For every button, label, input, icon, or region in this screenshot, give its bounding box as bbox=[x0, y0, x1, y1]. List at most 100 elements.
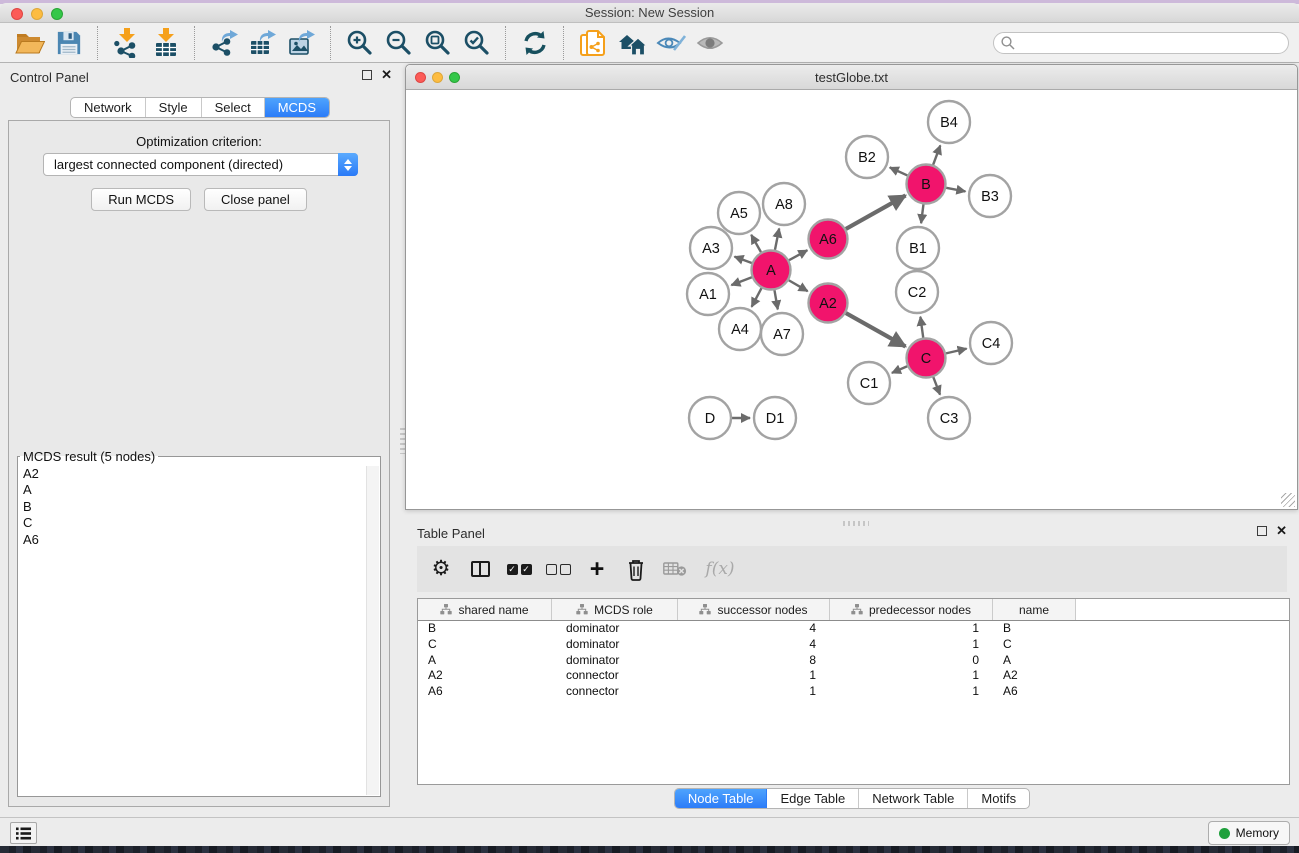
graph-edge-A-A3[interactable] bbox=[734, 257, 751, 263]
show-hidden-icon[interactable] bbox=[693, 26, 726, 60]
minimize-window-button[interactable] bbox=[31, 8, 43, 20]
column-header-name[interactable]: name bbox=[993, 599, 1076, 620]
houses-icon[interactable] bbox=[615, 26, 648, 60]
column-header-successor-nodes[interactable]: successor nodes bbox=[678, 599, 830, 620]
export-network-icon[interactable] bbox=[207, 26, 240, 60]
graph-node-A2[interactable]: A2 bbox=[809, 284, 848, 323]
table-cell[interactable]: B bbox=[418, 621, 552, 637]
minimize-network-window-button[interactable] bbox=[432, 72, 443, 83]
graph-node-B3[interactable]: B3 bbox=[969, 175, 1011, 217]
graph-edge-A-A2[interactable] bbox=[789, 280, 808, 291]
table-cell[interactable]: C bbox=[993, 637, 1076, 653]
zoom-in-icon[interactable] bbox=[343, 26, 376, 60]
zoom-out-icon[interactable] bbox=[382, 26, 415, 60]
graph-node-A[interactable]: A bbox=[752, 251, 791, 290]
table-cell[interactable]: B bbox=[993, 621, 1076, 637]
graph-edge-B-B2[interactable] bbox=[890, 167, 908, 175]
hide-selected-icon[interactable] bbox=[654, 26, 687, 60]
graph-edge-A2-C[interactable] bbox=[846, 313, 906, 346]
delete-table-icon[interactable] bbox=[663, 556, 687, 582]
table-cell[interactable]: 1 bbox=[830, 637, 993, 653]
tab-style[interactable]: Style bbox=[146, 98, 202, 117]
table-cell[interactable]: A2 bbox=[993, 668, 1076, 684]
table-cell[interactable]: 1 bbox=[678, 684, 830, 700]
graph-node-C1[interactable]: C1 bbox=[848, 362, 890, 404]
table-cell[interactable]: A6 bbox=[418, 684, 552, 700]
zoom-network-window-button[interactable] bbox=[449, 72, 460, 83]
graph-edge-A-A7[interactable] bbox=[774, 290, 777, 309]
table-cell[interactable]: A bbox=[993, 653, 1076, 669]
export-table-icon[interactable] bbox=[246, 26, 279, 60]
graph-node-A5[interactable]: A5 bbox=[718, 192, 760, 234]
close-window-button[interactable] bbox=[11, 8, 23, 20]
graph-node-A7[interactable]: A7 bbox=[761, 313, 803, 355]
window-resize-grip[interactable] bbox=[1281, 493, 1295, 507]
table-row[interactable]: Cdominator41C bbox=[418, 637, 1289, 653]
table-row[interactable]: A6connector11A6 bbox=[418, 684, 1289, 700]
tab-edge-table[interactable]: Edge Table bbox=[767, 789, 859, 808]
mcds-result-item[interactable]: A2 bbox=[19, 466, 366, 482]
search-input[interactable] bbox=[993, 32, 1289, 54]
graph-edge-B-B4[interactable] bbox=[933, 145, 940, 164]
refresh-icon[interactable] bbox=[518, 26, 551, 60]
tab-motifs[interactable]: Motifs bbox=[968, 789, 1029, 808]
table-row[interactable]: A2connector11A2 bbox=[418, 668, 1289, 684]
task-history-button[interactable] bbox=[10, 822, 37, 844]
graph-node-B4[interactable]: B4 bbox=[928, 101, 970, 143]
function-builder-icon[interactable]: f(x) bbox=[702, 556, 738, 582]
zoom-selected-icon[interactable] bbox=[460, 26, 493, 60]
delete-column-icon[interactable] bbox=[624, 556, 648, 582]
select-all-rows-icon[interactable]: ✓✓ bbox=[507, 556, 531, 582]
table-cell[interactable]: dominator bbox=[552, 653, 678, 669]
table-cell[interactable]: A bbox=[418, 653, 552, 669]
close-panel-icon[interactable]: ✕ bbox=[381, 70, 392, 80]
table-cell[interactable]: 0 bbox=[830, 653, 993, 669]
table-row[interactable]: Adominator80A bbox=[418, 653, 1289, 669]
table-cell[interactable]: A6 bbox=[993, 684, 1076, 700]
table-cell[interactable]: dominator bbox=[552, 621, 678, 637]
import-table-icon[interactable] bbox=[149, 26, 182, 60]
graph-edge-C-C1[interactable] bbox=[892, 366, 907, 373]
show-columns-icon[interactable] bbox=[468, 556, 492, 582]
save-session-icon[interactable] bbox=[52, 26, 85, 60]
float-panel-icon[interactable] bbox=[362, 70, 372, 80]
table-cell[interactable]: 1 bbox=[678, 668, 830, 684]
mcds-result-item[interactable]: C bbox=[19, 515, 366, 531]
graph-edge-A-A6[interactable] bbox=[789, 250, 807, 260]
graph-node-B2[interactable]: B2 bbox=[846, 136, 888, 178]
graph-node-A3[interactable]: A3 bbox=[690, 227, 732, 269]
tab-node-table[interactable]: Node Table bbox=[675, 789, 768, 808]
table-cell[interactable]: C bbox=[418, 637, 552, 653]
graph-edge-B-B3[interactable] bbox=[946, 188, 965, 192]
table-cell[interactable]: 1 bbox=[830, 621, 993, 637]
memory-button[interactable]: Memory bbox=[1208, 821, 1290, 845]
graph-node-A1[interactable]: A1 bbox=[687, 273, 729, 315]
deselect-all-rows-icon[interactable] bbox=[546, 556, 570, 582]
graph-node-C4[interactable]: C4 bbox=[970, 322, 1012, 364]
graph-node-A4[interactable]: A4 bbox=[719, 308, 761, 350]
graph-node-C2[interactable]: C2 bbox=[896, 271, 938, 313]
graph-node-C[interactable]: C bbox=[907, 339, 946, 378]
mcds-result-item[interactable]: A6 bbox=[19, 532, 366, 548]
open-session-icon[interactable] bbox=[13, 26, 46, 60]
table-row[interactable]: Bdominator41B bbox=[418, 621, 1289, 637]
graph-node-D1[interactable]: D1 bbox=[754, 397, 796, 439]
graph-edge-C-C4[interactable] bbox=[946, 349, 967, 354]
close-table-panel-icon[interactable]: ✕ bbox=[1276, 526, 1287, 536]
table-cell[interactable]: connector bbox=[552, 668, 678, 684]
zoom-fit-icon[interactable] bbox=[421, 26, 454, 60]
table-cell[interactable]: 1 bbox=[830, 684, 993, 700]
graph-node-B[interactable]: B bbox=[907, 165, 946, 204]
graph-edge-B-B1[interactable] bbox=[921, 204, 923, 223]
graph-edge-C-C3[interactable] bbox=[933, 377, 940, 395]
table-cell[interactable]: 4 bbox=[678, 621, 830, 637]
graph-edge-C-C2[interactable] bbox=[920, 317, 923, 338]
graph-edge-A-A4[interactable] bbox=[752, 288, 762, 307]
column-header-predecessor-nodes[interactable]: predecessor nodes bbox=[830, 599, 993, 620]
run-mcds-button[interactable]: Run MCDS bbox=[91, 188, 191, 211]
mcds-result-item[interactable]: A bbox=[19, 482, 366, 498]
network-canvas[interactable]: B4B2BB3A5A8A3A6B1AA1C2A2A4A7C4CC1DD1C3 bbox=[406, 90, 1297, 509]
add-column-icon[interactable]: + bbox=[585, 556, 609, 582]
graph-node-D[interactable]: D bbox=[689, 397, 731, 439]
graph-edge-A-A5[interactable] bbox=[751, 235, 761, 252]
